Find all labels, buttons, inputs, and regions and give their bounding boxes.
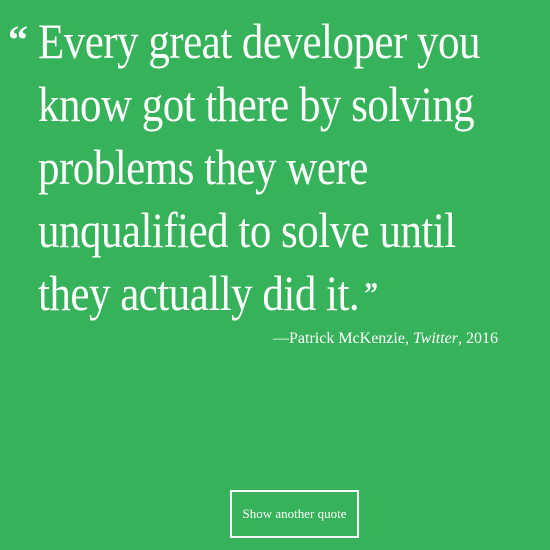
quote-line: know got there by solving: [38, 76, 475, 132]
close-quote-mark: ”: [364, 275, 378, 311]
quote-line: problems they were: [38, 139, 368, 195]
quote-text: Every great developer you know got there…: [38, 10, 481, 325]
quote-line: they actually did it.: [38, 265, 360, 321]
attribution-author: —Patrick McKenzie,: [273, 330, 409, 347]
quote-line: Every great developer you: [38, 13, 481, 69]
attribution-year: , 2016: [458, 330, 498, 347]
quote-line: unqualified to solve until: [38, 202, 456, 258]
quote-attribution: —Patrick McKenzie, Twitter, 2016: [273, 329, 498, 349]
show-another-quote-button[interactable]: Show another quote: [230, 490, 359, 538]
quote-line-last: they actually did it.”: [38, 262, 477, 325]
open-quote-mark: “: [8, 17, 28, 62]
attribution-source: Twitter: [412, 330, 458, 347]
